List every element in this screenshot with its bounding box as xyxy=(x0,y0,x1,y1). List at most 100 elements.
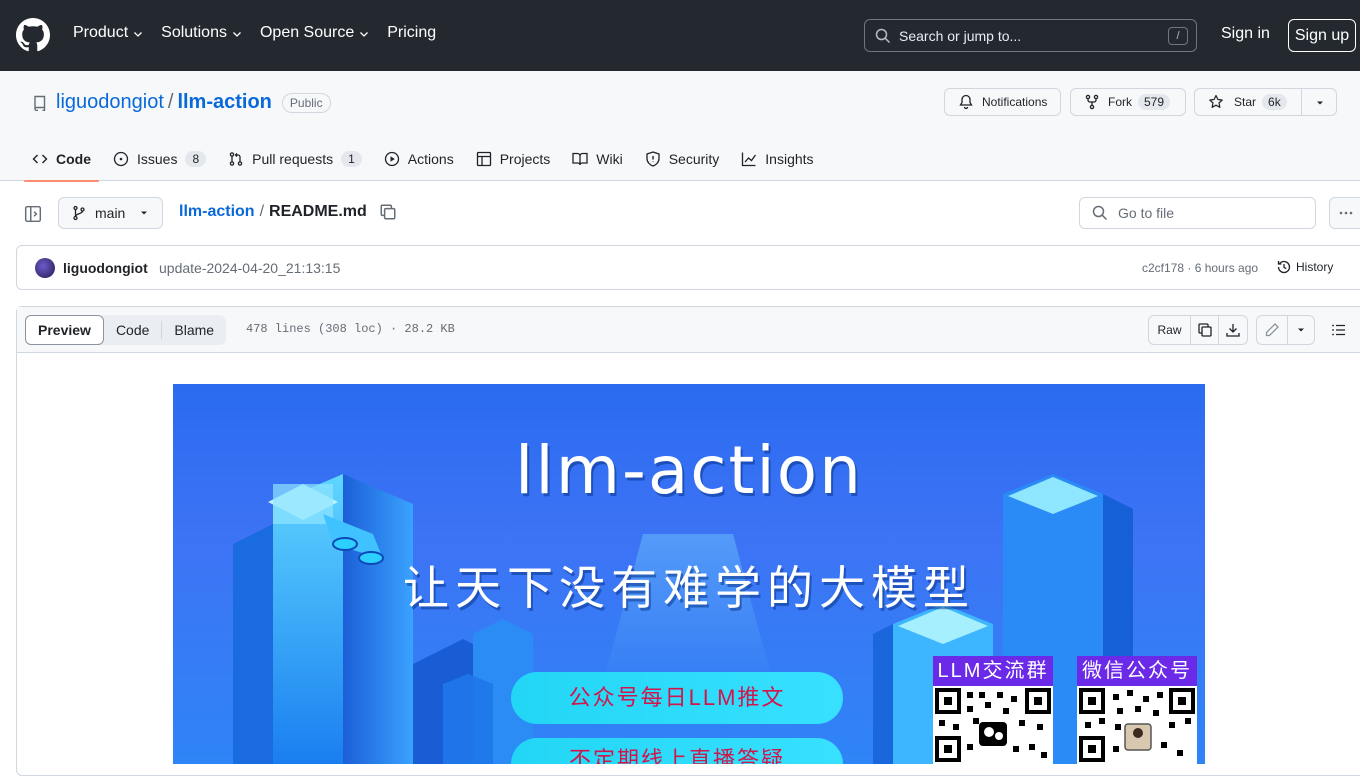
pencil-icon xyxy=(1265,323,1279,337)
download-icon xyxy=(1226,324,1240,337)
history-icon xyxy=(1277,260,1291,274)
fork-count: 579 xyxy=(1138,94,1171,110)
search-input[interactable]: Search or jump to... / xyxy=(864,19,1197,52)
edit-dropdown-button[interactable] xyxy=(1288,316,1314,344)
view-preview-button[interactable]: Preview xyxy=(25,315,104,345)
breadcrumb-repo-link[interactable]: llm-action xyxy=(179,203,255,221)
commit-author-link[interactable]: liguodongiot xyxy=(63,260,148,276)
tab-security-label: Security xyxy=(668,150,720,167)
nav-open-source[interactable]: Open Source xyxy=(260,24,370,42)
breadcrumb-file-name: README.md xyxy=(269,203,367,220)
shield-icon xyxy=(646,150,660,167)
star-button[interactable]: Star 6k xyxy=(1194,88,1337,116)
notifications-label: Notifications xyxy=(982,95,1048,109)
tab-security[interactable]: Security xyxy=(645,136,720,181)
fork-label: Fork xyxy=(1108,95,1132,109)
issues-count: 8 xyxy=(185,150,207,167)
history-button[interactable]: History xyxy=(1276,259,1333,275)
sign-in-link[interactable]: Sign in xyxy=(1221,25,1270,43)
play-icon xyxy=(384,151,399,166)
nav-product[interactable]: Product xyxy=(73,24,144,42)
search-icon xyxy=(875,28,891,43)
view-mode-switcher: Preview Code Blame xyxy=(25,315,227,345)
nav-product-label: Product xyxy=(73,24,129,41)
download-button[interactable] xyxy=(1219,316,1247,344)
branch-selector[interactable]: main xyxy=(58,197,163,229)
notifications-button[interactable]: Notifications xyxy=(944,88,1061,116)
commit-message-link[interactable]: update-2024-04-20_21:13:15 xyxy=(159,260,340,276)
edit-button[interactable] xyxy=(1257,316,1288,344)
top-nav: Product Solutions Open Source Pricing xyxy=(73,24,453,42)
chevron-down-icon xyxy=(134,32,143,37)
repo-title-separator: / xyxy=(167,91,174,113)
repo-title: liguodongiot / llm-action Public xyxy=(32,91,331,114)
caret-down-icon[interactable] xyxy=(1315,98,1325,108)
latest-commit-box: liguodongiot update-2024-04-20_21:13:15 … xyxy=(16,245,1360,290)
repo-name-link[interactable]: llm-action xyxy=(177,91,271,114)
github-logo-icon[interactable] xyxy=(16,18,50,52)
file-stats: 478 lines (308 loc) · 28.2 KB xyxy=(246,322,455,336)
visibility-badge: Public xyxy=(281,92,331,113)
commit-sha-time[interactable]: c2cf178 · 6 hours ago xyxy=(1142,261,1258,275)
tab-code[interactable]: Code xyxy=(24,136,99,182)
tab-wiki[interactable]: Wiki xyxy=(572,136,623,181)
qr-wechat-label: 微信公众号 xyxy=(1077,656,1197,686)
view-code-button[interactable]: Code xyxy=(104,315,161,345)
tab-issues[interactable]: Issues 8 xyxy=(113,136,207,181)
sign-up-button[interactable]: Sign up xyxy=(1288,19,1356,52)
chevron-down-icon xyxy=(360,32,369,37)
file-navigation: main llm-action / README.md Go to file xyxy=(0,181,1360,245)
banner-pill-articles: 公众号每日LLM推文 xyxy=(511,672,843,724)
repo-icon xyxy=(34,95,46,111)
repo-tabs: Code Issues 8 Pull requests 1 Actions Pr… xyxy=(24,136,836,182)
star-count: 6k xyxy=(1262,94,1287,110)
readme-banner-image: llm-action 让天下没有难学的大模型 公众号每日LLM推文 不定期线上直… xyxy=(173,384,1205,764)
star-divider xyxy=(1301,89,1302,115)
nav-open-source-label: Open Source xyxy=(259,24,355,41)
file-actions: Raw xyxy=(1148,315,1357,345)
raw-button[interactable]: Raw xyxy=(1149,316,1191,344)
edit-actions-group xyxy=(1256,315,1315,345)
go-to-file-input[interactable]: Go to file xyxy=(1079,197,1316,229)
fork-icon xyxy=(1085,94,1099,110)
tab-projects[interactable]: Projects xyxy=(476,136,550,181)
git-branch-icon xyxy=(73,205,85,221)
fork-button[interactable]: Fork 579 xyxy=(1070,88,1186,116)
nav-pricing[interactable]: Pricing xyxy=(387,24,436,42)
copy-icon xyxy=(1197,323,1212,337)
tab-pull-requests[interactable]: Pull requests 1 xyxy=(228,136,362,181)
bell-icon xyxy=(959,94,973,110)
issue-opened-icon xyxy=(113,151,129,166)
nav-solutions[interactable]: Solutions xyxy=(161,24,243,42)
caret-down-icon xyxy=(1298,328,1304,332)
more-options-button[interactable] xyxy=(1329,197,1360,229)
copy-raw-button[interactable] xyxy=(1191,316,1219,344)
avatar[interactable] xyxy=(35,258,55,278)
chevron-down-icon xyxy=(233,32,241,37)
tab-pull-requests-label: Pull requests xyxy=(252,150,334,167)
tab-insights[interactable]: Insights xyxy=(741,136,814,181)
pull-request-icon xyxy=(229,151,243,166)
branch-name: main xyxy=(95,205,126,221)
banner-pill-live-qa: 不定期线上直播答疑 xyxy=(511,738,843,764)
repo-owner-link[interactable]: liguodongiot xyxy=(56,91,164,114)
breadcrumb-separator: / xyxy=(259,203,265,220)
tab-actions-label: Actions xyxy=(407,150,454,167)
file-viewer-header: Preview Code Blame 478 lines (308 loc) ·… xyxy=(17,307,1360,353)
outline-button[interactable] xyxy=(1321,315,1357,345)
graph-icon xyxy=(742,152,757,166)
list-unordered-icon xyxy=(1332,324,1345,336)
view-blame-button[interactable]: Blame xyxy=(162,315,226,345)
tab-code-label: Code xyxy=(56,150,91,167)
book-icon xyxy=(572,152,588,165)
tab-issues-label: Issues xyxy=(137,150,178,167)
repo-header: liguodongiot / llm-action Public Notific… xyxy=(0,71,1360,182)
copy-path-icon[interactable] xyxy=(379,203,397,221)
banner-title: llm-action xyxy=(515,432,863,509)
sidebar-expand-icon[interactable] xyxy=(24,205,42,223)
history-label: History xyxy=(1296,260,1334,274)
pull-requests-count: 1 xyxy=(341,150,362,167)
breadcrumb: llm-action / README.md xyxy=(179,203,397,221)
tab-actions[interactable]: Actions xyxy=(384,136,454,181)
search-placeholder: Search or jump to... xyxy=(899,27,1022,44)
